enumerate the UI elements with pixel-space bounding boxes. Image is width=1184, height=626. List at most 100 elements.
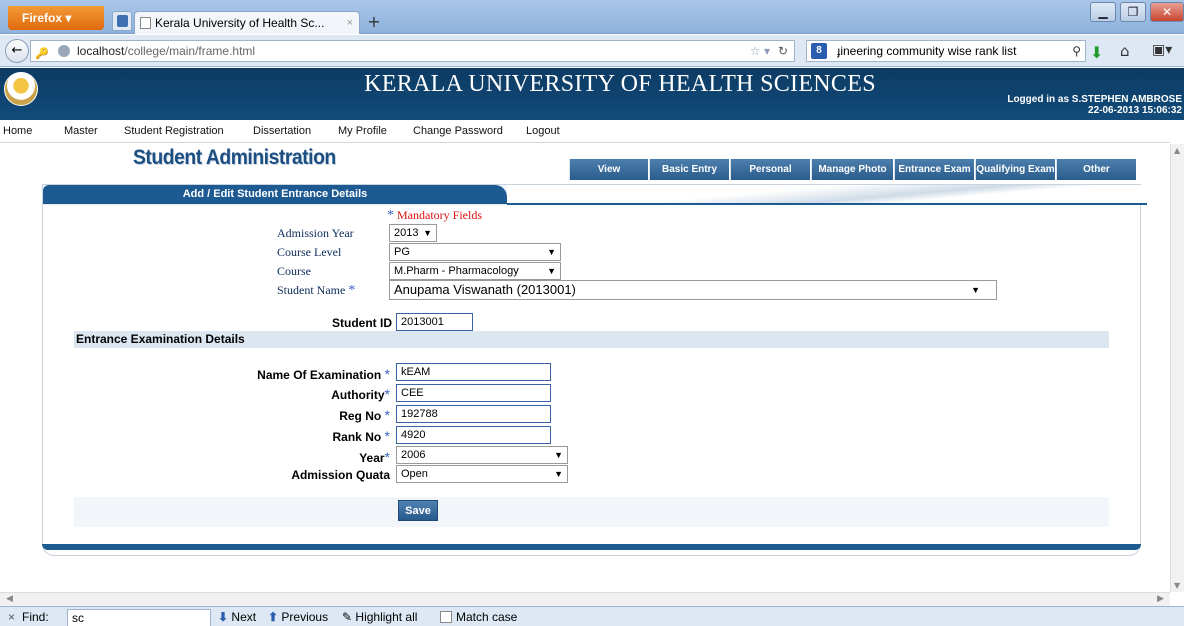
horizontal-scrollbar[interactable]: ◀ ▶: [0, 592, 1170, 606]
up-arrow-icon: ⬆: [268, 610, 279, 624]
exam-name-label: Name Of Examination *: [190, 366, 390, 382]
find-previous-label: Previous: [281, 610, 329, 624]
dropdown-arrow-icon: ▼: [971, 285, 980, 295]
menu-dissertation[interactable]: Dissertation: [253, 125, 311, 137]
search-text: ɟineering community wise rank list: [837, 44, 1017, 58]
firefox-menu-button[interactable]: Firefox ▾: [8, 6, 104, 30]
menu-logout[interactable]: Logout: [526, 125, 560, 137]
url-host: localhost: [77, 44, 125, 58]
logged-in-info: Logged in as S.STEPHEN AMBROSE 22-06-201…: [1007, 94, 1182, 116]
student-name-value: Anupama Viswanath (2013001): [394, 282, 576, 297]
match-case-label[interactable]: Match case: [456, 610, 517, 624]
window-close-button[interactable]: ✕: [1150, 2, 1184, 22]
match-case-checkbox[interactable]: [440, 611, 452, 623]
highlighter-icon: ✎: [342, 610, 353, 624]
dropdown-arrow-icon: ▼: [554, 469, 563, 479]
find-next-label: Next: [231, 610, 257, 624]
tab-manage-photo[interactable]: Manage Photo: [811, 159, 893, 180]
admission-quota-value: Open: [401, 468, 428, 480]
tab-personal[interactable]: Personal: [730, 159, 810, 180]
reg-no-label-text: Reg No: [339, 409, 382, 423]
required-mark: *: [384, 428, 390, 444]
student-id-field[interactable]: 2013001: [396, 313, 473, 331]
reload-icon[interactable]: ↻: [778, 41, 788, 61]
down-arrow-icon: ⬇: [218, 610, 229, 624]
firefox-menu-label: Firefox: [22, 11, 63, 25]
find-next-button[interactable]: ⬇ Next: [218, 610, 256, 624]
required-mark: *: [384, 407, 390, 423]
url-bar[interactable]: 🔑 localhost/college/main/frame.html ☆ ▾ …: [30, 40, 795, 62]
menu-my-profile[interactable]: My Profile: [338, 125, 387, 137]
new-tab-button[interactable]: +: [364, 13, 384, 33]
scroll-left-icon[interactable]: ◀: [6, 594, 13, 604]
top-menu: Home Master Student Registration Dissert…: [0, 121, 1170, 143]
find-label: Find:: [22, 610, 49, 624]
form-footer-bar: [74, 497, 1109, 527]
authority-field[interactable]: CEE: [396, 384, 551, 402]
authority-label-text: Authority: [331, 388, 385, 402]
admission-year-select[interactable]: 2013 ▼: [389, 224, 437, 242]
scroll-right-icon[interactable]: ▶: [1157, 594, 1164, 604]
window-maximize-button[interactable]: ❐: [1120, 2, 1146, 22]
admission-quota-select[interactable]: Open ▼: [396, 465, 568, 483]
rank-no-field[interactable]: 4920: [396, 426, 551, 444]
browser-navbar: ← 🔑 localhost/college/main/frame.html ☆ …: [0, 35, 1184, 67]
scroll-down-icon[interactable]: ▼: [1174, 581, 1180, 590]
tab-entrance-exam[interactable]: Entrance Exam: [894, 159, 974, 180]
scroll-up-icon[interactable]: ▲: [1174, 146, 1180, 155]
course-select[interactable]: M.Pharm - Pharmacology ▼: [389, 262, 561, 280]
tab-other[interactable]: Other: [1056, 159, 1136, 180]
pinned-tab[interactable]: [112, 11, 132, 31]
tab-view[interactable]: View: [569, 159, 648, 180]
panel-title: Add / Edit Student Entrance Details: [43, 185, 507, 204]
required-mark: *: [387, 208, 394, 223]
back-arrow-icon[interactable]: ←: [5, 39, 29, 63]
student-id-label: Student ID: [332, 316, 392, 330]
tab-qualifying-exam[interactable]: Qualifying Exam: [975, 159, 1055, 180]
dropdown-arrow-icon: ▼: [423, 228, 432, 238]
browser-tab-active[interactable]: Kerala University of Health Sc... ×: [134, 11, 360, 34]
search-magnifier-icon[interactable]: ⚲: [1072, 41, 1081, 61]
exam-name-field[interactable]: kEAM: [396, 363, 551, 381]
browser-titlebar: Firefox ▾ Kerala University of Health Sc…: [0, 0, 1184, 34]
menu-master[interactable]: Master: [64, 125, 98, 137]
reg-no-field[interactable]: 192788: [396, 405, 551, 423]
required-mark: *: [384, 366, 390, 382]
student-name-label-text: Student Name: [277, 283, 346, 297]
find-close-icon[interactable]: ×: [8, 610, 15, 624]
find-bar: × Find: sc ⬇ Next ⬆ Previous ✎ Highlight…: [0, 606, 1184, 626]
exam-year-select[interactable]: 2006 ▼: [396, 446, 568, 464]
exam-year-label-text: Year: [359, 451, 385, 465]
app-tab-icon: [117, 15, 128, 27]
course-level-select[interactable]: PG ▼: [389, 243, 561, 261]
url-path: /college/main/frame.html: [124, 44, 256, 58]
course-value: M.Pharm - Pharmacology: [394, 265, 519, 277]
required-mark: *: [384, 449, 390, 465]
bookmarks-menu-icon[interactable]: ▣▾: [1152, 42, 1172, 58]
find-previous-button[interactable]: ⬆ Previous: [268, 610, 328, 624]
download-arrow-icon[interactable]: ⬇: [1090, 43, 1103, 62]
panel-header: Add / Edit Student Entrance Details: [43, 185, 1147, 205]
page-content[interactable]: Student Administration View Basic Entry …: [0, 144, 1184, 592]
vertical-scrollbar[interactable]: ▲ ▼: [1170, 144, 1184, 592]
menu-student-registration[interactable]: Student Registration: [124, 125, 224, 137]
menu-home[interactable]: Home: [3, 125, 32, 137]
find-input[interactable]: sc: [67, 609, 211, 626]
tab-close-icon[interactable]: ×: [347, 12, 353, 34]
window-minimize-button[interactable]: ▁: [1090, 2, 1116, 22]
bookmark-star-icon[interactable]: ☆ ▾: [750, 41, 770, 61]
search-engine-icon[interactable]: 8: [811, 43, 827, 59]
identity-key-icon[interactable]: 🔑: [35, 44, 49, 64]
reg-no-label: Reg No *: [190, 407, 390, 423]
panel-header-decoration: [507, 185, 1147, 205]
save-button[interactable]: Save: [398, 500, 438, 521]
search-bar[interactable]: 8 ɟineering community wise rank list ⚲: [806, 40, 1086, 62]
home-icon[interactable]: ⌂: [1120, 42, 1130, 60]
dropdown-arrow-icon: ▼: [547, 247, 556, 257]
tab-basic-entry[interactable]: Basic Entry: [649, 159, 729, 180]
highlight-all-button[interactable]: ✎ Highlight all: [342, 610, 417, 624]
admission-year-value: 2013: [394, 227, 419, 239]
login-datetime: 22-06-2013 15:06:32: [1088, 105, 1182, 116]
student-name-select[interactable]: Anupama Viswanath (2013001) ▼: [389, 280, 997, 300]
menu-change-password[interactable]: Change Password: [413, 125, 503, 137]
